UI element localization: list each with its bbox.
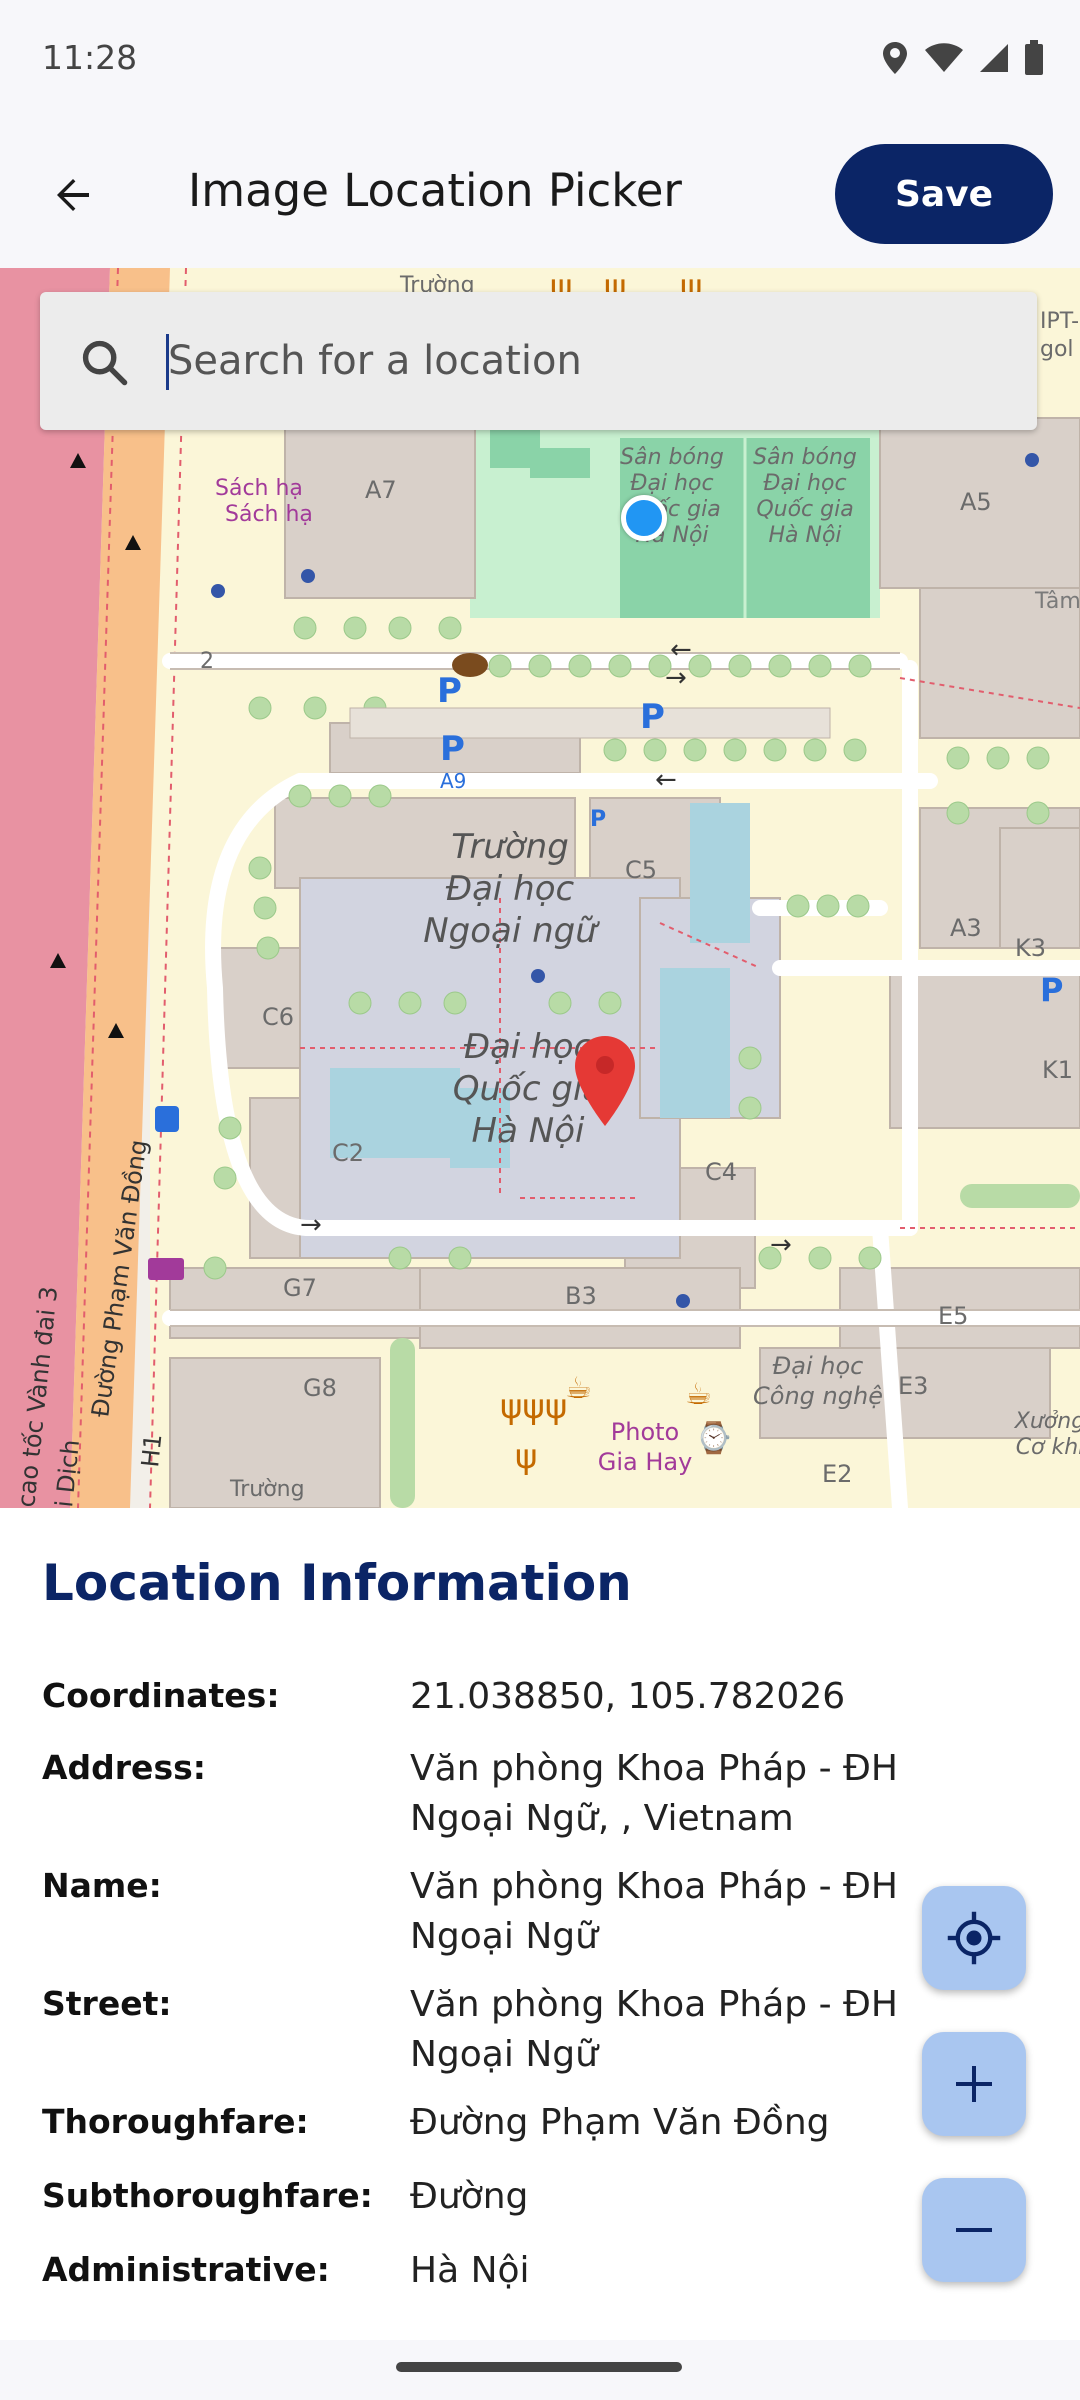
status-time: 11:28 — [42, 38, 138, 77]
back-button[interactable] — [38, 160, 108, 230]
map-label: A7 — [365, 476, 397, 504]
map-label: C4 — [705, 1158, 737, 1186]
battery-icon — [1024, 40, 1044, 76]
map-view[interactable]: ← → ← → → P P P P P ψ ψ ψ ψψψ ψ ☕ ☕ ⌚ Tr… — [0, 268, 1080, 1508]
map-arrow: → — [665, 663, 687, 693]
text-caret — [166, 334, 169, 390]
map-label: A9 — [440, 769, 466, 793]
info-label: Administrative: — [42, 2250, 330, 2289]
wifi-icon — [924, 42, 964, 74]
map-label: C5 — [625, 856, 657, 884]
info-label: Coordinates: — [42, 1676, 280, 1715]
svg-text:ψψψ: ψψψ — [500, 1387, 567, 1427]
info-value: Văn phòng Khoa Pháp - ĐH Ngoại Ngữ — [410, 1866, 898, 1957]
map-label: Đại học — [630, 471, 713, 496]
location-pin-icon[interactable] — [573, 1034, 637, 1128]
search-bar[interactable] — [40, 292, 1037, 430]
map-label: E2 — [822, 1460, 852, 1488]
info-label: Street: — [42, 1984, 172, 2023]
map-label: K3 — [1015, 934, 1046, 962]
map-canvas[interactable]: ← → ← → → P P P P P ψ ψ ψ ψψψ ψ ☕ ☕ ⌚ Tr… — [0, 268, 1080, 1508]
app-bar: Image Location Picker Save — [0, 120, 1080, 268]
map-arrow: → — [300, 1210, 322, 1240]
page-title: Image Location Picker — [188, 164, 682, 217]
info-label: Subthoroughfare: — [42, 2176, 373, 2215]
svg-text:☕: ☕ — [685, 1377, 712, 1412]
map-label: A3 — [950, 914, 982, 942]
road-label: H1 — [136, 1433, 167, 1469]
info-value: Văn phòng Khoa Pháp - ĐH Ngoại Ngữ, , Vi… — [410, 1748, 898, 1839]
map-label: B3 — [565, 1282, 597, 1310]
map-label: Ngoại ngữ — [423, 911, 600, 951]
map-label: Quốc gia — [756, 497, 853, 522]
map-arrow: ← — [670, 635, 692, 665]
info-value: Đường Phạm Văn Đồng — [410, 2102, 830, 2143]
map-label: IPT- — [1040, 309, 1079, 334]
map-label: C6 — [262, 1003, 294, 1031]
map-label: Sân bóng — [620, 445, 724, 470]
svg-text:P: P — [590, 807, 606, 832]
svg-text:P: P — [437, 671, 462, 711]
map-label: Công nghệ — [753, 1382, 883, 1410]
map-label: Trường — [229, 1477, 305, 1502]
location-icon — [880, 40, 910, 76]
map-label: Cơ khí — [1016, 1435, 1080, 1460]
location-info-panel: Location Information Coordinates: 21.038… — [0, 1508, 1080, 2340]
info-label: Thoroughfare: — [42, 2102, 309, 2141]
map-label: K1 — [1042, 1056, 1073, 1084]
info-label: Address: — [42, 1748, 206, 1787]
svg-text:P: P — [1040, 971, 1063, 1009]
arrow-back-icon — [57, 179, 89, 211]
map-label: 2 — [200, 649, 214, 674]
svg-text:☕: ☕ — [565, 1371, 592, 1406]
search-input[interactable] — [168, 332, 988, 390]
zoom-in-icon — [956, 2066, 992, 2102]
svg-text:⌚: ⌚ — [695, 1420, 732, 1456]
svg-text:ψ: ψ — [515, 1437, 537, 1477]
map-label: Đại học — [446, 869, 575, 909]
info-value: Hà Nội — [410, 2250, 530, 2291]
info-value: Văn phòng Khoa Pháp - ĐH Ngoại Ngữ — [410, 1984, 898, 2075]
map-label: Đại học — [773, 1352, 864, 1380]
save-button[interactable]: Save — [835, 144, 1053, 244]
map-label: Sách hạ — [215, 476, 303, 501]
info-value: Đường — [410, 2176, 529, 2217]
svg-text:P: P — [640, 697, 665, 737]
zoom-out-icon — [956, 2228, 992, 2232]
map-label: Sách hạ — [225, 502, 313, 527]
map-arrow: ← — [655, 765, 677, 795]
info-label: Name: — [42, 1866, 162, 1905]
my-location-icon — [947, 1911, 1001, 1965]
map-label: Xưởng — [1014, 1409, 1080, 1434]
map-label: E3 — [898, 1372, 928, 1400]
status-bar: 11:28 — [0, 0, 1080, 120]
map-label: Tâm — [1034, 589, 1080, 614]
location-info-title: Location Information — [42, 1554, 632, 1612]
map-label: Đại học — [763, 471, 846, 496]
map-label: G8 — [303, 1374, 337, 1402]
search-icon — [82, 340, 128, 386]
map-label: Photo — [611, 1418, 679, 1446]
home-indicator[interactable] — [396, 2362, 682, 2372]
map-label: G7 — [283, 1274, 317, 1302]
current-location-dot — [621, 495, 667, 541]
map-label: Hà Nội — [472, 1111, 585, 1151]
map-arrow: → — [770, 1230, 792, 1260]
map-label: Gia Hay — [598, 1448, 693, 1476]
map-label: C2 — [332, 1139, 364, 1167]
map-label: Sân bóng — [753, 445, 857, 470]
status-icons — [880, 38, 1044, 78]
my-location-button[interactable] — [922, 1886, 1026, 1990]
map-label: E5 — [938, 1302, 968, 1330]
zoom-out-button[interactable] — [922, 2178, 1026, 2282]
map-label: A5 — [960, 488, 992, 516]
zoom-in-button[interactable] — [922, 2032, 1026, 2136]
info-value: 21.038850, 105.782026 — [410, 1676, 846, 1717]
map-label: Trường — [451, 827, 569, 867]
signal-icon — [978, 42, 1010, 74]
map-label: gol — [1040, 337, 1074, 362]
map-label: Hà Nội — [768, 523, 841, 548]
svg-text:P: P — [440, 729, 465, 769]
